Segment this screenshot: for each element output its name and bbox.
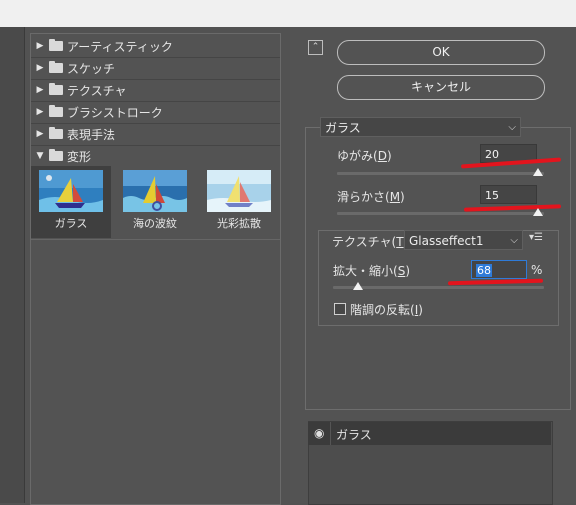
filter-select-value: ガラス (325, 121, 361, 135)
scale-label: 拡大・縮小(S) (333, 264, 410, 278)
category-label: スケッチ (67, 61, 116, 76)
canvas-preview-edge (0, 27, 25, 503)
filter-thumb-glass[interactable]: ガラス (31, 166, 111, 238)
smoothness-slider-thumb[interactable] (533, 208, 543, 216)
scale-slider-thumb[interactable] (353, 282, 364, 290)
expand-triangle-icon[interactable]: ▶ (35, 85, 45, 95)
distortion-label: ゆがみ(D) (337, 149, 392, 163)
texture-select-value: Glasseffect1 (409, 234, 484, 248)
expand-triangle-icon[interactable]: ▶ (35, 63, 45, 73)
eye-icon[interactable]: ◉ (314, 426, 324, 440)
category-label: ブラシストローク (67, 105, 163, 120)
filter-thumbnails: ガラス 海の波紋 光彩拡散 (31, 166, 280, 238)
filter-gallery: ▶ アーティスティック ▶ スケッチ ▶ テクスチャ ▶ ブラシストローク ▶ … (30, 33, 281, 505)
smoothness-slider-track[interactable] (337, 212, 544, 215)
distortion-slider-thumb[interactable] (533, 168, 543, 176)
window-title-bar (0, 0, 576, 27)
filter-thumb-diffuse-glow[interactable]: 光彩拡散 (199, 166, 279, 238)
filter-label: 海の波紋 (133, 217, 177, 230)
category-artistic[interactable]: ▶ アーティスティック (35, 36, 173, 56)
filter-select[interactable]: ガラス ⌵ (320, 117, 521, 137)
ok-button[interactable]: OK (337, 40, 545, 65)
diffuse-glow-preview-image (207, 170, 271, 212)
category-texture[interactable]: ▶ テクスチャ (35, 80, 127, 100)
scale-slider-track[interactable] (333, 286, 544, 289)
distortion-slider-track[interactable] (337, 172, 544, 175)
category-distort[interactable]: ▼ 変形 (35, 146, 91, 166)
ocean-ripple-preview-image (123, 170, 187, 212)
expand-triangle-icon[interactable]: ▶ (35, 129, 45, 139)
filter-label: ガラス (54, 217, 88, 230)
category-label: アーティスティック (67, 39, 173, 54)
expand-triangle-icon[interactable]: ▶ (35, 107, 45, 117)
folder-open-icon (49, 149, 63, 161)
chevron-down-icon: ⌵ (510, 235, 518, 246)
texture-menu-icon[interactable]: ▾☰ (529, 232, 543, 243)
category-label: テクスチャ (67, 83, 127, 98)
glass-preview-image (39, 170, 103, 212)
effect-layer-name: ガラス (336, 428, 372, 442)
folder-icon (49, 105, 63, 117)
category-label: 表現手法 (67, 127, 116, 142)
invert-label: 階調の反転(I) (350, 303, 423, 317)
cancel-button[interactable]: キャンセル (337, 75, 545, 100)
folder-icon (49, 83, 63, 95)
smoothness-input[interactable]: 15 (480, 185, 537, 204)
invert-checkbox[interactable] (334, 303, 346, 315)
layer-divider (330, 422, 331, 445)
collapse-triangle-icon[interactable]: ▼ (35, 151, 45, 161)
category-label: 変形 (67, 149, 92, 164)
folder-icon (49, 39, 63, 51)
texture-select[interactable]: Glasseffect1 ⌵ (404, 230, 523, 250)
scale-unit: % (531, 263, 543, 277)
filter-thumb-ocean-ripple[interactable]: 海の波紋 (115, 166, 195, 238)
chevron-up-icon[interactable]: ⌃ (308, 40, 323, 55)
category-sketch[interactable]: ▶ スケッチ (35, 58, 115, 78)
category-brush-strokes[interactable]: ▶ ブラシストローク (35, 102, 163, 122)
folder-icon (49, 127, 63, 139)
effect-layer-row[interactable]: ◉ ガラス (308, 422, 551, 445)
scale-input[interactable]: 68 (471, 260, 527, 279)
chevron-down-icon: ⌵ (508, 122, 516, 133)
filter-label: 光彩拡散 (217, 217, 261, 230)
smoothness-label: 滑らかさ(M) (337, 190, 405, 204)
category-stylize[interactable]: ▶ 表現手法 (35, 124, 115, 144)
folder-icon (49, 61, 63, 73)
expand-triangle-icon[interactable]: ▶ (35, 41, 45, 51)
